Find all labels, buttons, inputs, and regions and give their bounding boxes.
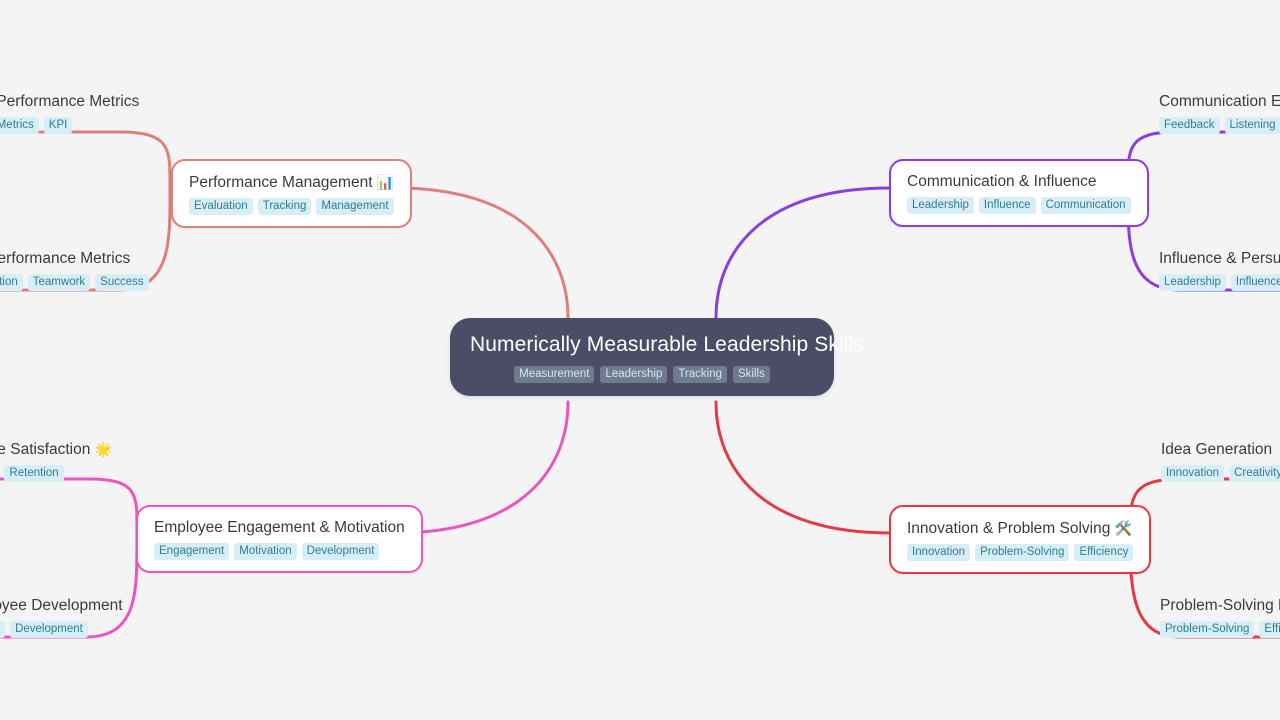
edge-innovation-problem-solving-idea-generation — [1128, 477, 1280, 535]
tag[interactable]: Problem-Solving — [975, 544, 1070, 561]
tag[interactable]: KPI — [43, 117, 73, 134]
leaf-title: Employee Satisfaction 🌟 — [0, 439, 112, 460]
branch-title-text: Innovation & Problem Solving — [907, 520, 1111, 537]
leaf-tags: Growth Development — [0, 621, 123, 638]
leaf-title-text: Idea Generation — [1161, 441, 1273, 458]
tag[interactable]: Development — [10, 621, 88, 638]
branch-node-communication-influence[interactable]: Communication & Influence Leadership Inf… — [889, 159, 1149, 227]
tag[interactable]: Problem-Solving — [1160, 621, 1255, 638]
branch-tags: Evaluation Tracking Management — [189, 198, 394, 215]
leaf-tags: Evaluation Metrics KPI — [0, 117, 139, 134]
bar-chart-icon: 📊 — [376, 174, 395, 190]
branch-node-employee-engagement-motivation[interactable]: Employee Engagement & Motivation Engagem… — [136, 505, 423, 573]
leaf-title: Communication Effectiveness — [1159, 92, 1280, 112]
tag[interactable]: Tracking — [257, 198, 312, 215]
branch-tags: Leadership Influence Communication — [907, 197, 1131, 214]
tag[interactable]: Growth — [0, 621, 6, 638]
tag[interactable]: Efficiency — [1074, 544, 1134, 561]
leaf-title-text: Employee Satisfaction — [0, 441, 91, 458]
tag[interactable]: Tracking — [673, 366, 728, 383]
leaf-node-employee-satisfaction[interactable]: Employee Satisfaction 🌟 Motivation Reten… — [0, 439, 112, 482]
mindmap-canvas[interactable]: Numerically Measurable Leadership Skills… — [0, 0, 1280, 720]
leaf-node-idea-generation[interactable]: Idea Generation 💡 Innovation Creativity — [1161, 439, 1280, 482]
lightbulb-icon: 💡 — [1276, 441, 1280, 457]
edge-performance-management-employee-performance-metrics — [0, 130, 172, 190]
leaf-title-text: Employee Performance Metrics — [0, 93, 140, 110]
tag[interactable]: Leadership — [600, 366, 668, 383]
branch-tags: Engagement Motivation Development — [154, 543, 405, 560]
leaf-title-text: Communication Effectiveness — [1159, 93, 1280, 110]
leaf-tags: Problem-Solving Efficiency — [1160, 621, 1280, 638]
branch-title-text: Communication & Influence — [907, 173, 1097, 190]
leaf-title: Team Performance Metrics — [0, 249, 149, 269]
tag[interactable]: Engagement — [154, 543, 230, 560]
central-node[interactable]: Numerically Measurable Leadership Skills… — [450, 318, 864, 396]
tag[interactable]: Measurement — [514, 366, 595, 383]
leaf-title: Idea Generation 💡 — [1161, 439, 1280, 460]
leaf-title: Problem-Solving Effectiveness — [1160, 596, 1280, 616]
leaf-tags: Motivation Retention — [0, 465, 112, 482]
tag[interactable]: Efficiency — [1259, 621, 1280, 638]
tag[interactable]: Evaluation — [189, 198, 253, 215]
tag[interactable]: Collaboration — [0, 274, 23, 291]
tag[interactable]: Retention — [4, 465, 64, 482]
branch-title: Innovation & Problem Solving 🛠️ — [907, 518, 1133, 539]
leaf-title: Influence & Persuasion — [1159, 249, 1280, 269]
branch-node-innovation-problem-solving[interactable]: Innovation & Problem Solving 🛠️ Innovati… — [889, 505, 1152, 574]
tag[interactable]: Leadership — [1159, 274, 1226, 291]
leaf-title-text: Team Performance Metrics — [0, 250, 131, 267]
branch-title: Communication & Influence — [907, 172, 1131, 192]
tag[interactable]: Influence — [978, 197, 1036, 214]
tag[interactable]: Innovation — [907, 544, 971, 561]
tag[interactable]: Communication — [1040, 197, 1131, 214]
leaf-title-text: Employee Development — [0, 597, 123, 614]
leaf-node-problem-solving-effectiveness[interactable]: Problem-Solving Effectiveness Problem-So… — [1160, 596, 1280, 638]
tag[interactable]: Influence — [1230, 274, 1280, 291]
edge-central-performance-management — [394, 186, 570, 320]
tag[interactable]: Creativity — [1229, 465, 1280, 482]
edge-employee-engagement-motivation-employee-satisfaction — [0, 477, 139, 535]
branch-tags: Innovation Problem-Solving Efficiency — [907, 544, 1134, 561]
leaf-tags: Feedback Listening Communication — [1159, 117, 1280, 134]
branch-title: Employee Engagement & Motivation — [154, 518, 405, 538]
tag[interactable]: Teamwork — [27, 274, 91, 291]
tag[interactable]: Success — [95, 274, 149, 291]
tag[interactable]: Innovation — [1161, 465, 1225, 482]
leaf-title-text: Influence & Persuasion — [1159, 250, 1280, 267]
edge-central-innovation-problem-solving — [714, 400, 892, 535]
central-node-tags: Measurement Leadership Tracking Skills — [470, 366, 814, 383]
tag[interactable]: Feedback — [1159, 117, 1220, 134]
branch-title-text: Performance Management — [189, 174, 373, 191]
branch-title: Performance Management 📊 — [189, 172, 394, 193]
tag[interactable]: Metrics — [0, 117, 39, 134]
leaf-tags: Collaboration Teamwork Success — [0, 274, 149, 291]
central-node-title: Numerically Measurable Leadership Skills — [470, 333, 864, 356]
branch-title-text: Employee Engagement & Motivation — [154, 519, 405, 536]
tag[interactable]: Motivation — [234, 543, 297, 560]
tag[interactable]: Management — [316, 198, 394, 215]
tag[interactable]: Development — [301, 543, 380, 560]
leaf-node-employee-performance-metrics[interactable]: Employee Performance Metrics Evaluation … — [0, 92, 139, 134]
tag[interactable]: Skills — [733, 366, 770, 383]
star-icon: 🌟 — [94, 441, 113, 457]
tag[interactable]: Listening — [1224, 117, 1280, 134]
leaf-tags: Leadership Influence Persuasion — [1159, 274, 1280, 291]
leaf-title: Employee Performance Metrics — [0, 92, 139, 112]
tools-icon: 🛠️ — [1114, 520, 1133, 536]
leaf-node-employee-development[interactable]: Employee Development Growth Development — [0, 596, 123, 638]
edge-communication-influence-communication-effectiveness — [1126, 130, 1280, 190]
leaf-tags: Innovation Creativity — [1161, 465, 1280, 482]
tag[interactable]: Leadership — [907, 197, 974, 214]
leaf-node-influence-persuasion[interactable]: Influence & Persuasion Leadership Influe… — [1159, 249, 1280, 291]
leaf-node-team-performance-metrics[interactable]: Team Performance Metrics Collaboration T… — [0, 249, 149, 291]
edge-central-communication-influence — [714, 186, 892, 320]
leaf-title-text: Problem-Solving Effectiveness — [1160, 597, 1280, 614]
leaf-node-communication-effectiveness[interactable]: Communication Effectiveness Feedback Lis… — [1159, 92, 1280, 134]
leaf-title: Employee Development — [0, 596, 123, 616]
branch-node-performance-management[interactable]: Performance Management 📊 Evaluation Trac… — [171, 159, 413, 228]
